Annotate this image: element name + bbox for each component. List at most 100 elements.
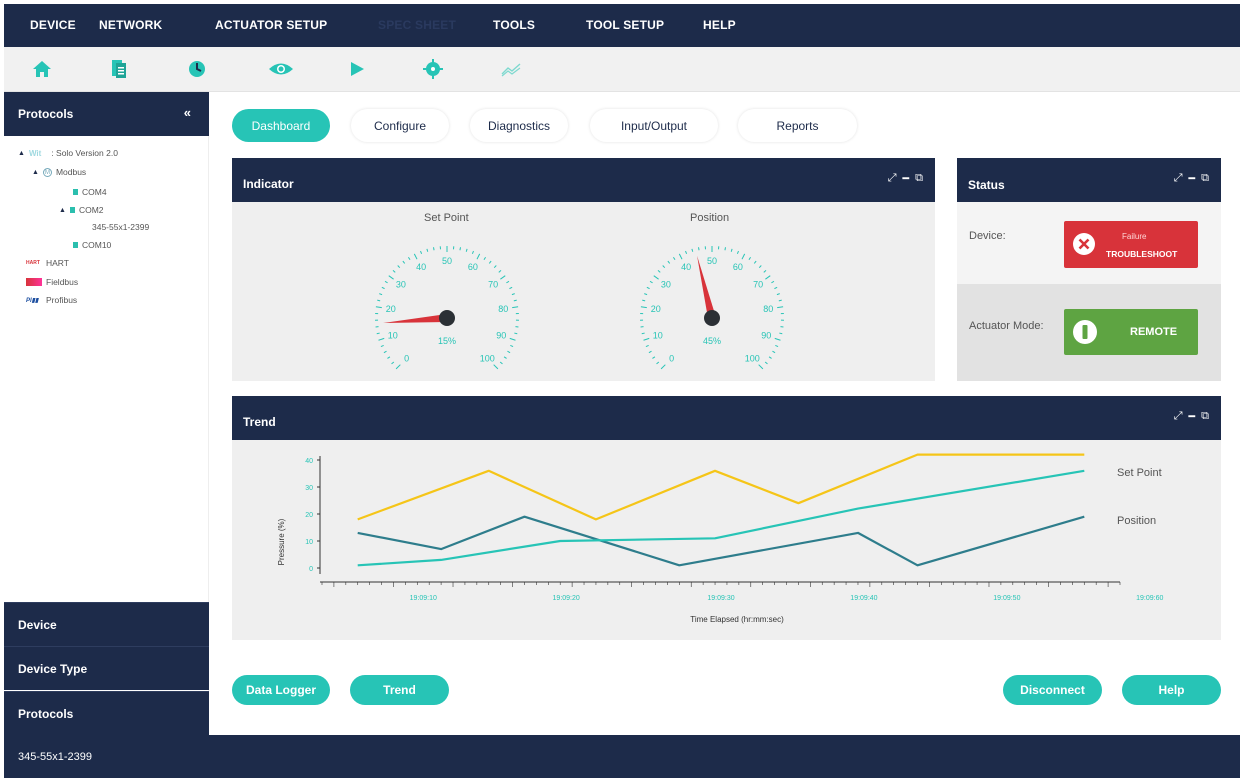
menu-tools[interactable]: TOOLS	[493, 18, 535, 32]
gauge-tick	[380, 344, 384, 348]
tree-node-modbus[interactable]: ▲ M Modbus	[32, 167, 86, 177]
sidebar-footer-device-type[interactable]: Device Type	[4, 646, 209, 690]
clock-icon[interactable]	[186, 58, 208, 80]
gauge-tick	[764, 361, 768, 365]
restore-icon[interactable]: ⧉	[915, 172, 923, 185]
gauge-scale-label: 20	[651, 304, 661, 314]
gauge-scale-label: 30	[661, 279, 671, 289]
port-icon	[73, 242, 78, 248]
tab-reports[interactable]: Reports	[738, 109, 857, 142]
hart-logo-icon: HART	[26, 260, 40, 266]
sidebar-footer-protocols[interactable]: Protocols	[4, 691, 209, 735]
gauge-tick	[503, 356, 507, 359]
gauge-tick	[776, 293, 780, 296]
gauge-tick	[378, 337, 385, 341]
gauge-tick	[778, 299, 782, 302]
tree-node-device[interactable]: 345-55x1-2399	[92, 222, 149, 232]
collapse-icon[interactable]: «	[184, 105, 191, 120]
series-line-0	[357, 453, 1085, 521]
gauge-tick	[514, 332, 518, 335]
expand-icon[interactable]: ▲	[18, 150, 25, 157]
tree-node-hart[interactable]: HART HART	[26, 258, 69, 268]
y-tick-label: 10	[305, 539, 313, 546]
trend-button[interactable]: Trend	[350, 675, 449, 705]
x-tick-label: 19:09:10	[410, 595, 437, 602]
eye-icon[interactable]	[266, 58, 296, 80]
gauge-tick	[511, 293, 515, 296]
setpoint-series-label: Set Point	[1117, 467, 1162, 479]
expand-icon[interactable]: ▲	[59, 207, 66, 214]
sidebar-footer-device[interactable]: Device	[4, 602, 209, 646]
minimize-icon[interactable]: ━	[903, 172, 910, 185]
status-title: Status	[968, 178, 1005, 192]
tab-diagnostics[interactable]: Diagnostics	[470, 109, 568, 142]
failure-text: Failure	[1122, 232, 1147, 241]
expand-panel-icon[interactable]: ⤢	[1174, 410, 1183, 423]
gauge-tick	[653, 275, 659, 280]
gauge-tick	[642, 299, 646, 302]
gauge-tick	[698, 247, 700, 251]
restore-icon[interactable]: ⧉	[1201, 410, 1209, 423]
gauge-tick	[413, 253, 418, 260]
status-bar: 345-55x1-2399	[4, 735, 1240, 778]
device-logo-icon: Wit	[28, 148, 42, 158]
menu-network[interactable]: NETWORK	[99, 18, 162, 32]
trend-title: Trend	[243, 415, 276, 429]
troubleshoot-button[interactable]: Failure TROUBLESHOOT	[1064, 221, 1198, 268]
setpoint-gauge: 0 10 20 30 40 50 60 70 80 90 100 15%	[375, 246, 519, 370]
gauge-tick	[499, 361, 503, 365]
expand-panel-icon[interactable]: ⤢	[888, 172, 897, 185]
tree-node-root[interactable]: ▲ Wit : Solo Version 2.0	[18, 148, 118, 158]
play-icon[interactable]	[346, 58, 368, 80]
gauge-tick	[512, 306, 519, 309]
disconnect-button[interactable]: Disconnect	[1003, 675, 1102, 705]
tree-node-com10[interactable]: COM10	[73, 240, 111, 250]
home-icon[interactable]	[31, 58, 53, 80]
gauge-tick	[498, 270, 502, 273]
gauge-scale-label: 60	[468, 262, 478, 272]
tab-dashboard[interactable]: Dashboard	[232, 109, 330, 142]
expand-panel-icon[interactable]: ⤢	[1174, 172, 1183, 185]
gauge-scale-label: 100	[480, 353, 495, 363]
trend-header: Trend ⤢ ━ ⧉	[232, 396, 1221, 440]
gauge-scale-label: 40	[416, 262, 426, 272]
gauge-tick	[748, 256, 752, 261]
gauge-tick	[471, 250, 474, 255]
gauge-tick	[392, 270, 396, 273]
minimize-icon[interactable]: ━	[1189, 172, 1196, 185]
tree-node-fieldbus[interactable]: Fieldbus	[26, 277, 78, 287]
document-icon[interactable]	[108, 58, 130, 80]
tab-configure[interactable]: Configure	[351, 109, 449, 142]
gauge-tick	[384, 280, 388, 284]
data-logger-button[interactable]: Data Logger	[232, 675, 330, 705]
tree-node-com2[interactable]: ▲ COM2	[59, 205, 104, 215]
sidebar-title: Protocols	[18, 107, 74, 121]
gauge-scale-label: 90	[761, 331, 771, 341]
gauge-tick	[774, 286, 778, 290]
menu-help[interactable]: HELP	[703, 18, 736, 32]
menu-tool-setup[interactable]: TOOL SETUP	[586, 18, 664, 32]
gauge-tick	[381, 286, 385, 290]
gauge-scale-label: 60	[733, 262, 743, 272]
minimize-icon[interactable]: ━	[1189, 410, 1196, 423]
remote-button[interactable]: REMOTE	[1064, 309, 1198, 355]
tree-node-profibus[interactable]: PI▮▮ Profibus	[26, 295, 77, 305]
restore-icon[interactable]: ⧉	[1201, 172, 1209, 185]
gauge-scale-label: 50	[707, 256, 717, 266]
gauge-tick	[643, 337, 650, 341]
expand-icon[interactable]: ▲	[32, 169, 39, 176]
gauge-tick	[376, 332, 380, 335]
help-button[interactable]: Help	[1122, 675, 1221, 705]
menu-device[interactable]: DEVICE	[30, 18, 76, 32]
menu-spec-sheet[interactable]: SPEC SHEET	[378, 18, 456, 32]
gauge-tick	[375, 306, 382, 309]
gauge-tick	[652, 356, 656, 359]
menu-actuator-setup[interactable]: ACTUATOR SETUP	[215, 18, 327, 32]
tree-node-com4[interactable]: COM4	[73, 187, 107, 197]
trend-icon[interactable]	[500, 58, 522, 80]
gauge-tick	[507, 350, 511, 354]
gauge-tick	[758, 265, 762, 269]
port-icon	[73, 189, 78, 195]
tab-input-output[interactable]: Input/Output	[590, 109, 718, 142]
target-icon[interactable]	[422, 58, 444, 80]
